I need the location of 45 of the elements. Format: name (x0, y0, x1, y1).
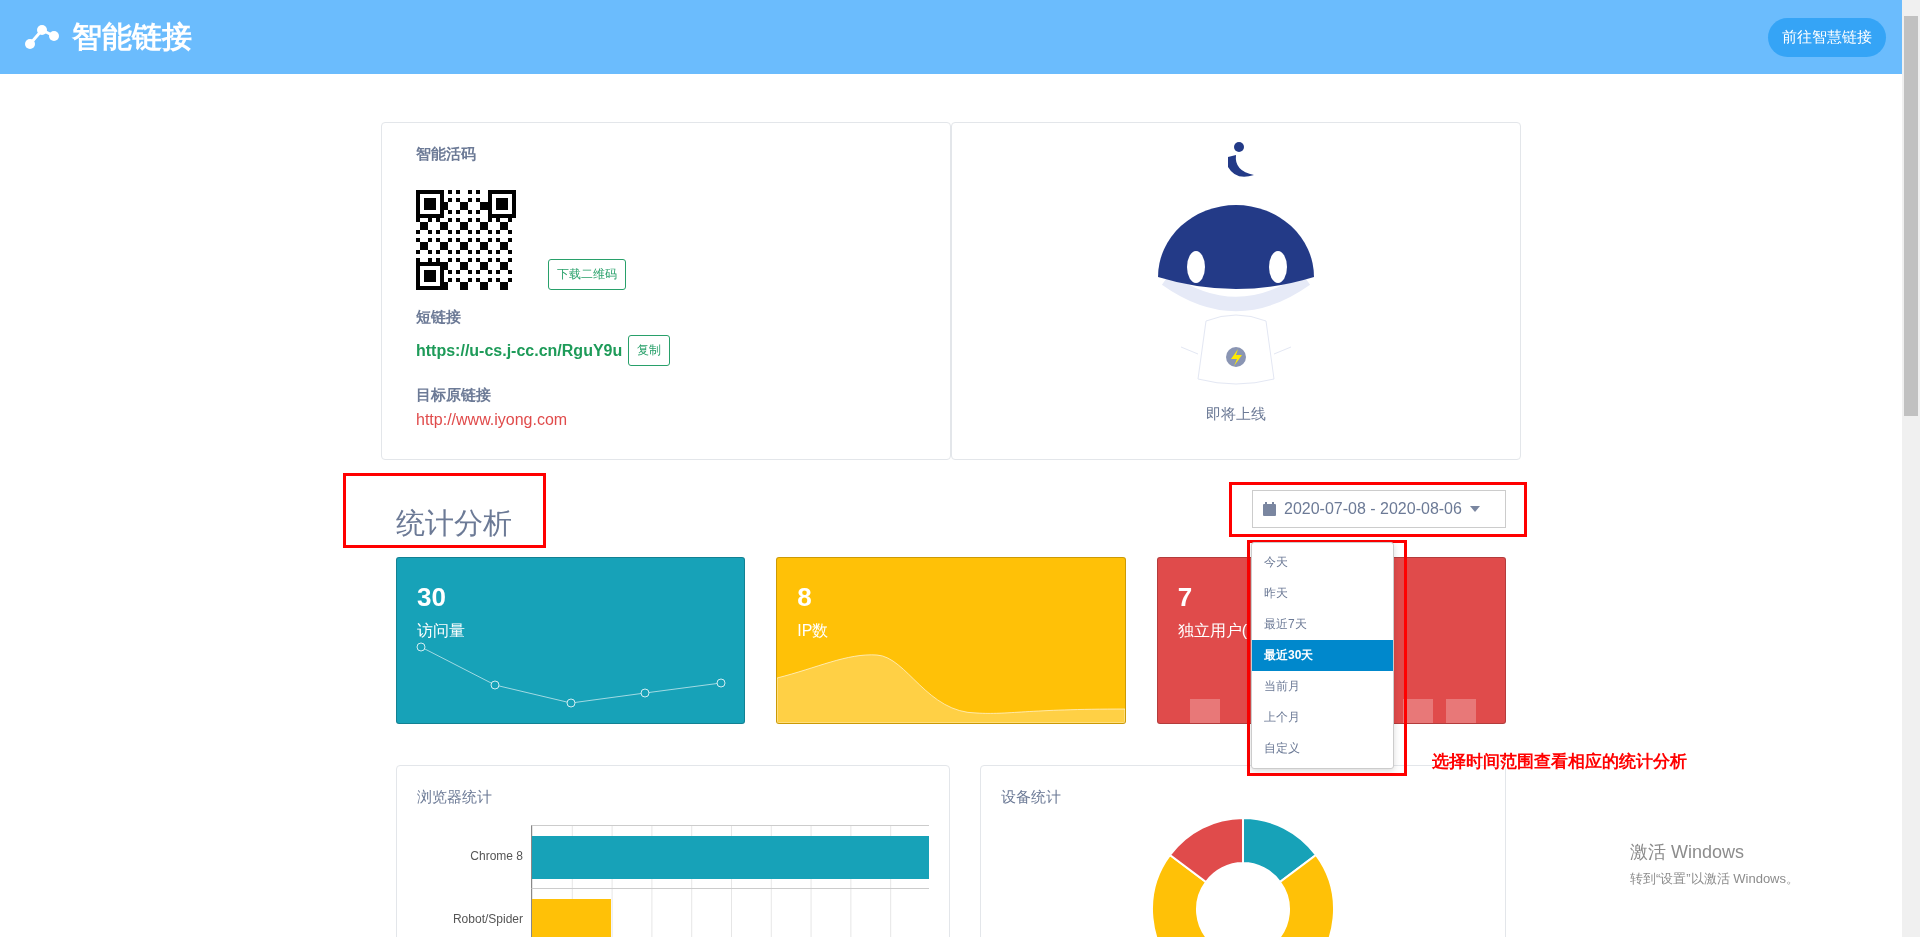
download-qr-button[interactable]: 下载二维码 (548, 259, 626, 290)
annotation-text: 选择时间范围查看相应的统计分析 (1432, 751, 1687, 773)
stats-heading: 统计分析 (396, 505, 512, 541)
sparkline-bar (1189, 699, 1220, 723)
range-option[interactable]: 昨天 (1252, 578, 1393, 609)
sparkline-point (640, 688, 650, 698)
sparkline-bar (1402, 699, 1433, 723)
date-range-text: 2020-07-08 - 2020-08-06 (1284, 499, 1462, 518)
range-option[interactable]: 今天 (1252, 547, 1393, 578)
short-link-label: 短链接 (416, 308, 462, 327)
sparkline-point (566, 698, 576, 708)
range-option[interactable]: 上个月 (1252, 702, 1393, 733)
bar-label: Chrome 8 (469, 848, 524, 865)
range-option[interactable]: 最近30天 (1252, 640, 1393, 671)
stat-value: 30 (417, 582, 446, 613)
activation-text: 转到“设置”以激活 Windows。 (1630, 870, 1799, 888)
stat-value: 7 (1177, 582, 1193, 613)
scrollbar[interactable] (1902, 0, 1920, 937)
nodes-logo-icon (24, 24, 60, 50)
short-link[interactable]: https://u-cs.j-cc.cn/RguY9u (416, 341, 623, 360)
stat-label: IP数 (797, 621, 829, 641)
date-range-picker[interactable]: 2020-07-08 - 2020-08-06 (1252, 489, 1506, 528)
qr-title: 智能活码 (416, 145, 477, 164)
sparkline-point (716, 678, 726, 688)
range-option[interactable]: 最近7天 (1252, 609, 1393, 640)
calendar-icon (1263, 501, 1276, 516)
stat-label: 访问量 (417, 621, 465, 641)
copy-button[interactable]: 复制 (628, 335, 671, 366)
sparkline-point (416, 642, 426, 652)
range-option[interactable]: 当前月 (1252, 671, 1393, 702)
target-link-label: 目标原链接 (416, 386, 492, 405)
range-option[interactable]: 自定义 (1252, 733, 1393, 764)
chart-title: 设备统计 (1001, 788, 1062, 807)
bar-label: Robot/Spider (451, 911, 524, 928)
chart-title: 浏览器统计 (417, 788, 493, 807)
app-title: 智能链接 (72, 18, 192, 55)
sparkline-point (490, 680, 500, 690)
stat-value: 8 (797, 582, 812, 613)
activation-title: 激活 Windows (1630, 841, 1746, 864)
caret-icon (1469, 505, 1480, 512)
coming-soon-caption: 即将上线 (1206, 405, 1266, 424)
go-smart-link-button[interactable]: 前往智慧链接 (1768, 17, 1886, 57)
sparkline-bar (1445, 699, 1476, 723)
target-link[interactable]: http://www.iyong.com (416, 411, 916, 429)
stat-label: 独立用户( (1177, 621, 1247, 641)
